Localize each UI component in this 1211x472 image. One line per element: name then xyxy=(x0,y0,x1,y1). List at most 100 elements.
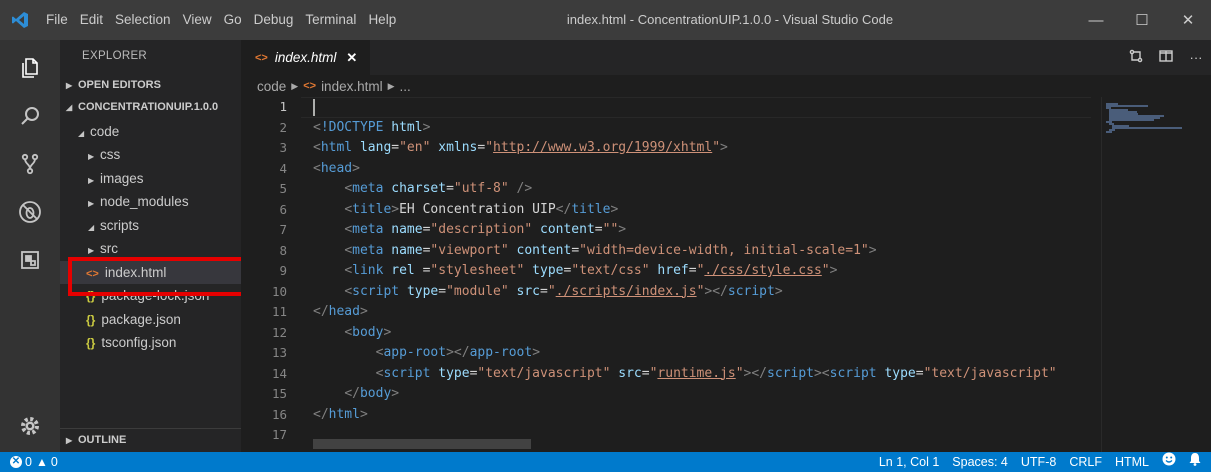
code-area[interactable]: <!DOCTYPE html> <html lang="en" xmlns="ht… xyxy=(313,97,1103,452)
code-line: </body> xyxy=(313,384,399,405)
extensions-icon[interactable] xyxy=(0,236,60,284)
menu-selection[interactable]: Selection xyxy=(109,0,177,40)
chevron-down-icon: ◢ xyxy=(66,103,73,112)
chevron-right-icon: ▶ xyxy=(88,152,95,161)
breadcrumb-more[interactable]: ... xyxy=(400,79,411,94)
status-problems[interactable]: ✕ 0 ▲ 0 xyxy=(10,452,58,472)
code-token: " xyxy=(821,263,830,278)
html-file-icon: <> xyxy=(303,80,317,92)
menu-debug[interactable]: Debug xyxy=(248,0,300,40)
tree-file-tsconfig-json[interactable]: {} tsconfig.json xyxy=(60,331,241,354)
line-number: 11 xyxy=(271,304,287,319)
source-control-icon[interactable] xyxy=(0,140,60,188)
breadcrumb: code ▶ <> index.html ▶ ... xyxy=(241,75,1211,97)
code-token: = xyxy=(915,365,924,381)
status-indentation[interactable]: Spaces: 4 xyxy=(952,452,1008,472)
tree-item-label: scripts xyxy=(100,218,140,233)
feedback-smiley-icon[interactable] xyxy=(1162,452,1176,472)
code-token: < xyxy=(344,283,353,299)
tab-close-button[interactable]: ✕ xyxy=(346,50,357,66)
editor-tabs: <> index.html ✕ ··· xyxy=(241,40,1211,75)
menu-go[interactable]: Go xyxy=(218,0,248,40)
close-window-button[interactable]: ✕ xyxy=(1165,0,1211,40)
code-token: = xyxy=(641,365,650,381)
warning-count: 0 xyxy=(50,455,58,469)
horizontal-scrollbar[interactable] xyxy=(313,439,531,449)
status-right: Ln 1, Col 1 Spaces: 4 UTF-8 CRLF HTML xyxy=(866,452,1201,472)
project-section[interactable]: ◢ CONCENTRATIONUIP.1.0.0 xyxy=(60,96,241,118)
code-token: title xyxy=(352,201,392,217)
maximize-button[interactable]: ☐ xyxy=(1119,0,1165,40)
code-token: > xyxy=(391,386,400,401)
code-line: <script type="module" src="./scripts/ind… xyxy=(313,282,782,303)
text-cursor xyxy=(313,99,315,116)
open-changes-icon[interactable] xyxy=(1121,49,1151,66)
tree-folder-code[interactable]: ◢ code xyxy=(60,120,241,143)
breadcrumb-folder[interactable]: code xyxy=(257,79,286,94)
window-title: index.html - ConcentrationUIP.1.0.0 - Vi… xyxy=(566,12,894,27)
code-token: = xyxy=(540,283,548,299)
split-editor-icon[interactable] xyxy=(1151,50,1181,65)
debug-icon[interactable] xyxy=(0,188,60,236)
code-token: html xyxy=(328,406,360,422)
breadcrumb-file[interactable]: index.html xyxy=(321,79,383,94)
line-number: 17 xyxy=(271,427,287,442)
chevron-right-icon: ▶ xyxy=(66,81,73,90)
outline-section[interactable]: ▶ OUTLINE xyxy=(60,428,241,450)
code-token: > xyxy=(868,242,877,258)
menu-view[interactable]: View xyxy=(177,0,218,40)
tree-item-label: tsconfig.json xyxy=(101,335,177,350)
tree-folder-node-modules[interactable]: ▶ node_modules xyxy=(60,190,241,213)
tab-index-html[interactable]: <> index.html ✕ xyxy=(241,40,370,75)
code-token: charset xyxy=(391,181,447,196)
minimap[interactable] xyxy=(1101,97,1211,452)
line-number: 14 xyxy=(271,365,287,381)
menu-help[interactable]: Help xyxy=(362,0,402,40)
status-language[interactable]: HTML xyxy=(1115,452,1149,472)
line-number: 12 xyxy=(271,324,287,340)
code-token: > xyxy=(720,140,728,155)
notifications-bell-icon[interactable] xyxy=(1189,452,1201,472)
minimize-button[interactable]: — xyxy=(1073,0,1119,40)
menu-file[interactable]: File xyxy=(40,0,74,40)
code-token: script xyxy=(352,283,400,299)
tree-folder-scripts[interactable]: ◢ scripts xyxy=(60,214,241,237)
code-token: script xyxy=(383,365,431,381)
code-token: "text/css" xyxy=(571,263,650,278)
settings-gear-icon[interactable] xyxy=(0,402,60,450)
menu-terminal[interactable]: Terminal xyxy=(299,0,362,40)
code-line: <body> xyxy=(313,323,391,344)
code-token: app-root xyxy=(469,345,533,360)
tree-folder-css[interactable]: ▶ css xyxy=(60,143,241,166)
code-token: xmlns xyxy=(438,140,478,155)
search-icon[interactable] xyxy=(0,92,60,140)
code-token: http://www.w3.org/1999/xhtml xyxy=(493,140,713,155)
status-encoding[interactable]: UTF-8 xyxy=(1021,452,1056,472)
code-token: < xyxy=(313,119,321,135)
code-token: = xyxy=(571,242,580,258)
code-token: </ xyxy=(344,386,360,401)
code-token: < xyxy=(344,263,353,278)
code-token: </ xyxy=(313,406,329,422)
code-token: " xyxy=(485,140,494,155)
status-cursor-position[interactable]: Ln 1, Col 1 xyxy=(879,452,939,472)
more-actions-icon[interactable]: ··· xyxy=(1181,50,1211,65)
line-number: 16 xyxy=(271,406,287,422)
status-eol[interactable]: CRLF xyxy=(1069,452,1102,472)
code-editor[interactable]: 1 2 3 4 5 6 7 8 9 10 11 12 13 14 15 16 17 <!DOCTYPE html… xyxy=(241,97,1211,452)
tree-file-package-json[interactable]: {} package.json xyxy=(60,308,241,331)
explorer-icon[interactable] xyxy=(0,44,60,92)
line-number: 7 xyxy=(279,222,287,237)
code-token: EH Concentration UIP xyxy=(399,201,556,217)
open-editors-section[interactable]: ▶ OPEN EDITORS xyxy=(60,74,241,96)
code-token: < xyxy=(344,201,353,217)
code-token: src xyxy=(516,283,541,299)
vscode-logo-icon xyxy=(0,0,40,40)
menu-edit[interactable]: Edit xyxy=(74,0,109,40)
tree-folder-images[interactable]: ▶ images xyxy=(60,167,241,190)
